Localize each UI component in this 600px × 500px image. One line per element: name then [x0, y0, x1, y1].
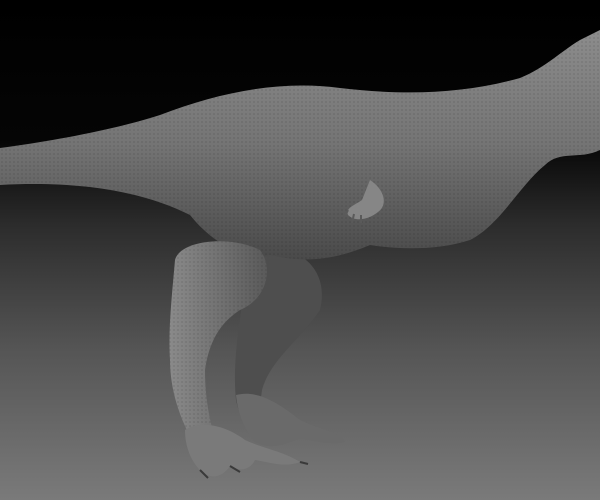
viewport [0, 0, 600, 500]
dinosaur-render [0, 30, 600, 479]
